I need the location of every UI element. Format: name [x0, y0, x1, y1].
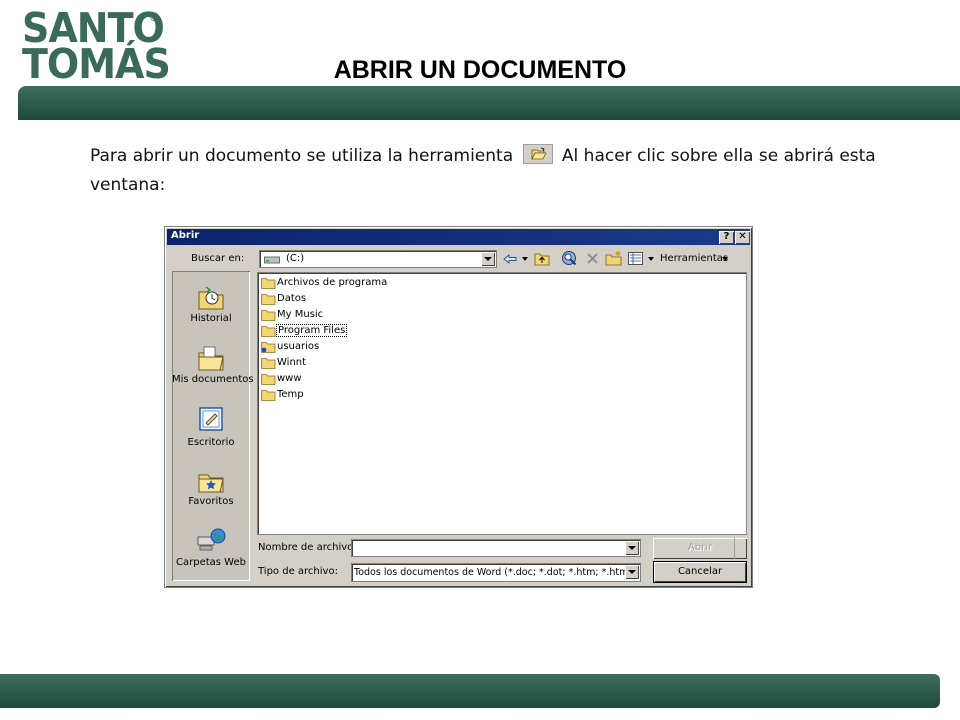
- drive-icon: [264, 256, 280, 264]
- desktop-icon: [199, 407, 223, 431]
- file-name: Temp: [277, 389, 304, 400]
- filename-label-text: Nombre de archivo:: [258, 542, 357, 553]
- folder-icon: [261, 294, 276, 305]
- places-item-web-folders[interactable]: Carpetas Web: [172, 527, 250, 568]
- web-folders-icon: [197, 528, 226, 551]
- delete-icon[interactable]: [586, 252, 599, 265]
- folder-icon: [261, 374, 276, 385]
- intro-paragraph: Para abrir un documento se utiliza la he…: [90, 142, 890, 200]
- footer-bar: [0, 674, 940, 708]
- favorites-icon: [198, 474, 224, 493]
- open-folder-icon: [522, 144, 553, 164]
- folder-icon: [261, 326, 276, 337]
- file-name: My Music: [277, 309, 324, 320]
- folder-icon: [261, 358, 276, 369]
- filetype-select[interactable]: Todos los documentos de Word (*.doc; *.d…: [351, 563, 641, 582]
- dialog-titlebar[interactable]: Abrir ? ✕: [167, 229, 750, 245]
- look-in-dropdown-arrow[interactable]: [481, 252, 495, 266]
- file-name: Datos: [277, 293, 307, 304]
- places-item-my-documents[interactable]: Mis documentos: [172, 344, 254, 385]
- my-documents-icon: [198, 346, 224, 371]
- places-label: Escritorio: [187, 437, 235, 448]
- folder-icon: [261, 278, 276, 289]
- file-list[interactable]: Archivos de programa Datos My Music Prog…: [257, 272, 747, 535]
- cancel-button-label: Cancelar: [677, 566, 723, 577]
- views-dropdown-icon[interactable]: [648, 257, 654, 261]
- open-dialog: Abrir ? ✕ Buscar en: (C:) Herramientas H…: [164, 226, 753, 588]
- file-name: Archivos de programa: [277, 277, 388, 288]
- places-item-desktop[interactable]: Escritorio: [172, 405, 250, 448]
- intro-text-before: Para abrir un documento se utiliza la he…: [90, 146, 514, 166]
- file-name: Winnt: [277, 357, 307, 368]
- places-item-favorites[interactable]: Favoritos: [172, 466, 250, 507]
- registered-mark: ®: [150, 10, 159, 24]
- filetype-label-text: Tipo de archivo:: [258, 566, 338, 577]
- places-label: Favoritos: [188, 496, 234, 507]
- places-label: Mis documentos: [172, 374, 254, 385]
- open-options-arrow[interactable]: [734, 538, 747, 559]
- filename-input[interactable]: [351, 539, 641, 557]
- history-folder-icon: [198, 286, 224, 310]
- open-button[interactable]: Abrir: [653, 538, 747, 559]
- new-folder-icon[interactable]: [605, 250, 623, 266]
- back-arrow-icon[interactable]: [503, 254, 517, 264]
- open-button-label: Abrir: [687, 542, 713, 553]
- help-button[interactable]: ?: [719, 231, 734, 244]
- tools-menu-button[interactable]: Herramientas: [660, 253, 728, 264]
- places-bar: Historial Mis documentos Escritorio Favo…: [172, 271, 254, 581]
- search-web-icon[interactable]: [561, 250, 578, 267]
- file-name: usuarios: [277, 341, 320, 352]
- places-label: Historial: [190, 313, 232, 324]
- file-name: Program Files: [275, 324, 348, 337]
- cancel-button[interactable]: Cancelar: [653, 561, 747, 583]
- look-in-label-text: Buscar en:: [191, 253, 245, 264]
- up-folder-icon[interactable]: [534, 251, 550, 266]
- shared-folder-icon: [261, 342, 276, 353]
- places-item-history[interactable]: Historial: [172, 283, 250, 324]
- views-icon[interactable]: [628, 252, 643, 265]
- folder-icon: [261, 310, 276, 321]
- filetype-dropdown-arrow[interactable]: [625, 565, 639, 579]
- header-bar: [18, 86, 960, 120]
- filename-dropdown-arrow[interactable]: [625, 541, 639, 555]
- filetype-label: Tipo de archivo:: [258, 566, 338, 577]
- slide-title: ABRIR UN DOCUMENTO: [333, 56, 627, 84]
- look-in-combo[interactable]: (C:): [259, 250, 497, 268]
- close-button[interactable]: ✕: [735, 231, 750, 244]
- filename-label: Nombre de archivo:: [258, 542, 357, 553]
- dialog-title: Abrir: [171, 230, 200, 241]
- tools-menu-label: Herramientas: [660, 253, 729, 264]
- back-dropdown-icon[interactable]: [522, 257, 528, 261]
- look-in-value: (C:): [286, 253, 305, 264]
- file-name: www: [277, 373, 302, 384]
- folder-icon: [261, 390, 276, 401]
- places-label: Carpetas Web: [176, 557, 246, 568]
- look-in-label: Buscar en:: [191, 253, 244, 264]
- filetype-value: Todos los documentos de Word (*.doc; *.d…: [354, 567, 629, 578]
- tools-dropdown-icon[interactable]: [722, 257, 728, 261]
